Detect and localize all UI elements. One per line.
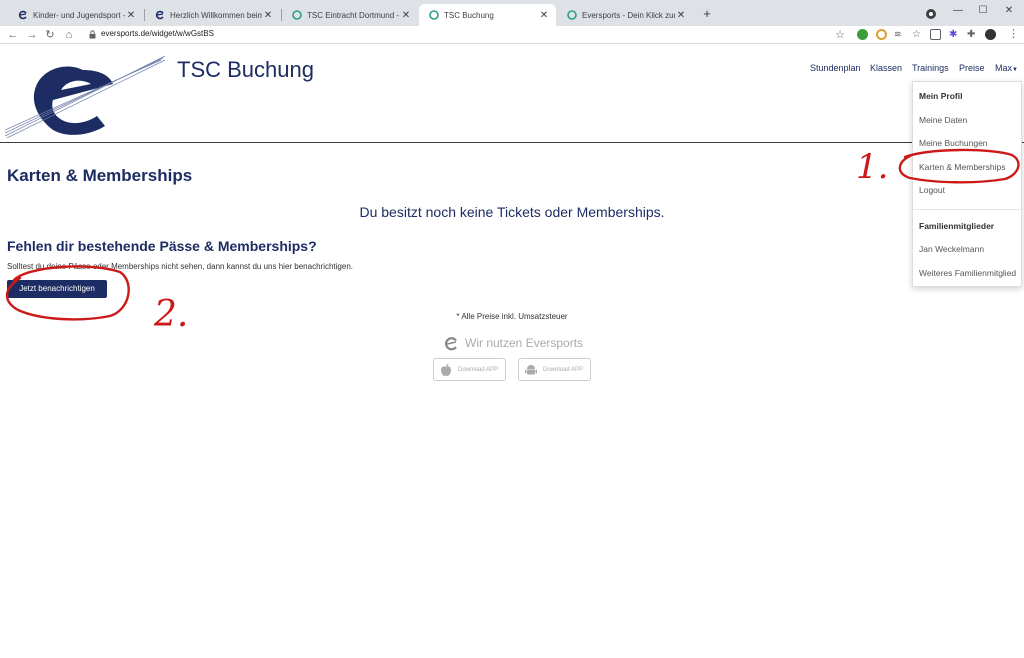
menu-item-meine-buchungen[interactable]: Meine Buchungen xyxy=(919,138,988,148)
android-icon xyxy=(525,364,537,374)
missing-passes-heading: Fehlen dir bestehende Pässe & Membership… xyxy=(7,238,317,254)
lock-icon xyxy=(89,30,96,39)
menu-item-add-family-member[interactable]: Weiteres Familienmitglied xyxy=(919,268,1016,278)
reload-icon[interactable]: ↻ xyxy=(43,27,57,43)
nav-preise[interactable]: Preise xyxy=(959,63,985,73)
brand-title[interactable]: TSC Buchung xyxy=(177,57,314,83)
tax-note: * Alle Preise inkl. Umsatzsteuer xyxy=(456,312,568,321)
browser-tab[interactable]: TSC Eintracht Dortmund - Dashb ✕ xyxy=(282,4,418,26)
missing-passes-text: Solltest du deine Pässe oder Memberships… xyxy=(7,262,353,271)
tab-title: Herzlich Willkommen beim TSC E xyxy=(170,10,262,20)
menu-item-family-member[interactable]: Jan Weckelmann xyxy=(919,244,984,254)
nav-user-menu[interactable]: Max▼ xyxy=(995,63,1018,73)
menu-item-karten-memberships[interactable]: Karten & Memberships xyxy=(919,162,1005,172)
tab-title: Eversports - Dein Klick zum Sport xyxy=(582,10,675,20)
nav-klassen[interactable]: Klassen xyxy=(870,63,902,73)
play-store-button[interactable]: Download APP xyxy=(518,358,591,381)
maximize-icon[interactable]: ☐ xyxy=(970,2,996,20)
eversports-logo-icon xyxy=(445,336,457,350)
tab-title: Kinder- und Jugendsport - TSC E xyxy=(33,10,125,20)
eversports-logo-icon xyxy=(292,10,302,20)
close-icon[interactable]: ✕ xyxy=(400,10,412,21)
eversports-logo-icon xyxy=(429,10,439,20)
browser-tab[interactable]: Eversports - Dein Klick zum Sport ✕ xyxy=(557,4,693,26)
gear-extension-icon[interactable]: ✱ xyxy=(949,29,960,40)
menu-item-meine-daten[interactable]: Meine Daten xyxy=(919,115,967,125)
user-dropdown-menu: Mein Profil Meine Daten Meine Buchungen … xyxy=(912,81,1022,287)
window-close-icon[interactable]: ✕ xyxy=(996,2,1022,20)
dropdown-header-family: Familienmitglieder xyxy=(919,221,995,231)
powered-by-text: Wir nutzen Eversports xyxy=(465,336,584,350)
tsc-logo[interactable] xyxy=(5,56,167,138)
close-icon[interactable]: ✕ xyxy=(262,10,274,21)
empty-state-message: Du besitzt noch keine Tickets oder Membe… xyxy=(359,204,665,220)
browser-toolbar: ← → ↻ ⌂ eversports.de/widget/w/wGstBS ☆ … xyxy=(0,26,1024,44)
bookmark-star-icon[interactable]: ☆ xyxy=(833,27,847,43)
notify-button[interactable]: Jetzt benachrichtigen xyxy=(7,280,107,298)
address-bar[interactable]: eversports.de/widget/w/wGstBS xyxy=(101,29,214,38)
play-store-label: Download APP xyxy=(543,366,584,373)
powered-by-eversports[interactable]: Wir nutzen Eversports xyxy=(444,335,583,351)
forward-icon[interactable]: → xyxy=(25,27,39,43)
menu-item-logout[interactable]: Logout xyxy=(919,185,945,195)
close-icon[interactable]: ✕ xyxy=(125,10,137,21)
close-icon[interactable]: ✕ xyxy=(675,10,687,21)
dropdown-header-profile: Mein Profil xyxy=(919,91,963,101)
tab-title: TSC Eintracht Dortmund - Dashb xyxy=(307,10,400,20)
rss-extension-icon[interactable]: ≋ xyxy=(894,29,905,40)
browser-tab[interactable]: Kinder- und Jugendsport - TSC E ✕ xyxy=(8,4,143,26)
puzzle-extensions-icon[interactable]: ✚ xyxy=(967,29,978,40)
annotation-step-1: 1. xyxy=(856,147,888,187)
browser-tab-active[interactable]: TSC Buchung ✕ xyxy=(419,4,556,26)
app-store-label: Download APP xyxy=(458,366,499,373)
evernote-extension-icon[interactable] xyxy=(857,29,868,40)
caret-down-icon: ▼ xyxy=(1012,67,1018,73)
header-divider xyxy=(0,142,1024,143)
record-icon[interactable] xyxy=(926,9,936,19)
browser-tab[interactable]: Herzlich Willkommen beim TSC E ✕ xyxy=(145,4,280,26)
extension-icon[interactable] xyxy=(930,29,941,40)
new-tab-icon[interactable]: + xyxy=(700,6,714,22)
tab-title: TSC Buchung xyxy=(444,10,494,20)
screenshot: Kinder- und Jugendsport - TSC E ✕ Herzli… xyxy=(0,0,1024,658)
profile-avatar[interactable] xyxy=(985,29,996,40)
home-icon[interactable]: ⌂ xyxy=(62,27,76,43)
close-icon[interactable]: ✕ xyxy=(538,10,550,21)
eversports-logo-icon xyxy=(18,10,28,20)
apple-icon xyxy=(441,363,451,376)
user-name: Max xyxy=(995,63,1013,73)
back-icon[interactable]: ← xyxy=(6,27,20,43)
eversports-logo-icon xyxy=(155,10,165,20)
page-title: Karten & Memberships xyxy=(7,166,193,185)
nav-stundenplan[interactable]: Stundenplan xyxy=(810,63,861,73)
nav-trainings[interactable]: Trainings xyxy=(912,63,949,73)
star-extension-icon[interactable]: ☆ xyxy=(912,29,923,40)
extension-icon[interactable] xyxy=(876,29,887,40)
eversports-logo-icon xyxy=(567,10,577,20)
app-store-button[interactable]: Download APP xyxy=(433,358,506,381)
minimize-icon[interactable]: — xyxy=(945,2,971,20)
browser-tab-strip: Kinder- und Jugendsport - TSC E ✕ Herzli… xyxy=(0,0,1024,26)
browser-menu-icon[interactable]: ⋮ xyxy=(1008,27,1019,40)
